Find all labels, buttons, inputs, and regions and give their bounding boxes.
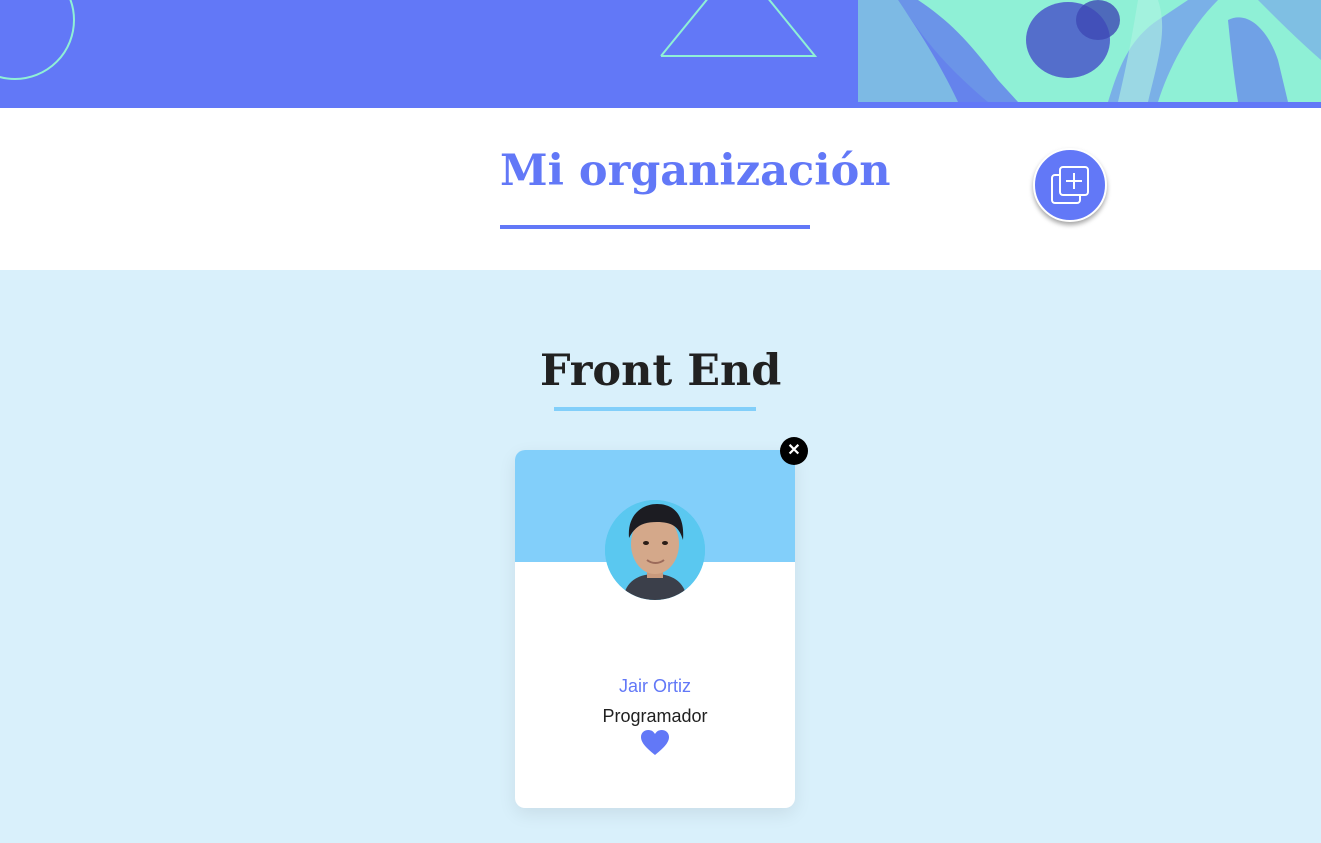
add-collection-icon	[1051, 166, 1089, 204]
banner-photo	[858, 0, 1321, 102]
collaborator-card: Jair Ortiz Programador	[515, 450, 795, 808]
add-collaborator-button[interactable]	[1033, 148, 1107, 222]
team-title-underline	[554, 407, 756, 411]
header-banner	[0, 0, 1321, 108]
collaborator-role: Programador	[602, 706, 708, 726]
collaborator-name: Jair Ortiz	[619, 676, 691, 696]
avatar	[605, 500, 705, 600]
heart-icon[interactable]	[641, 730, 669, 756]
decorative-circle	[0, 0, 75, 80]
organization-title-underline	[500, 225, 810, 229]
decorative-triangle	[660, 0, 818, 57]
organization-section: Mi organización	[0, 108, 1321, 270]
organization-title: Mi organización	[500, 146, 891, 196]
delete-collaborator-button[interactable]: ✕	[780, 437, 808, 465]
team-title: Front End	[540, 346, 782, 396]
team-section-front-end: Front End Jair Ortiz Programador ✕	[0, 270, 1321, 843]
